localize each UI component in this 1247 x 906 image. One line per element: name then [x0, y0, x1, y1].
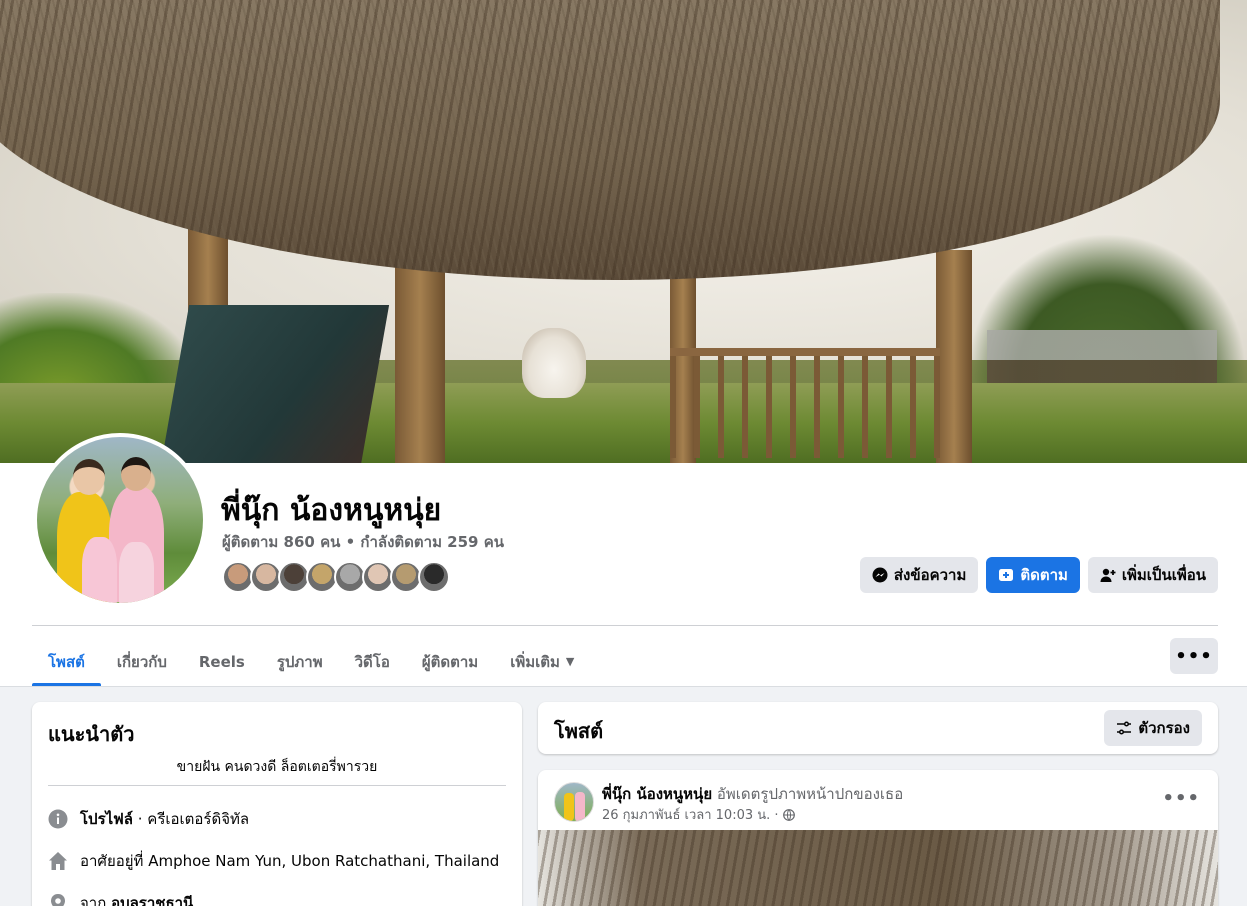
- tab-followers[interactable]: ผู้ติดตาม: [406, 637, 494, 686]
- avatar-head: [73, 459, 105, 495]
- add-friend-button[interactable]: เพิ่มเป็นเพื่อน: [1087, 557, 1218, 593]
- caret-down-icon: ▼: [565, 655, 575, 668]
- avatar-figure: [564, 793, 574, 821]
- intro-profile-label: โปรไฟล์: [80, 810, 133, 828]
- tabs-bottom-border: [0, 686, 1247, 687]
- posts-header-card: โพสต์ ตัวกรอง: [538, 702, 1218, 754]
- posts-title: โพสต์: [554, 719, 604, 743]
- filter-button[interactable]: ตัวกรอง: [1104, 710, 1202, 746]
- intro-divider: [48, 785, 506, 786]
- post-author-name[interactable]: พี่นุ๊ก น้องหนูหนุ่ย: [602, 785, 712, 803]
- header-divider: [32, 625, 1218, 626]
- tab-reels[interactable]: Reels: [183, 637, 261, 686]
- profile-avatar[interactable]: [33, 433, 207, 607]
- messenger-icon: [872, 567, 888, 583]
- post-card: พี่นุ๊ก น้องหนูหนุ่ย อัพเดตรูปภาพหน้าปกข…: [538, 770, 1218, 906]
- filter-icon: [1117, 721, 1132, 735]
- intro-from-row: จาก อุบลราชธานี: [48, 891, 193, 906]
- ellipsis-icon: •••: [1175, 645, 1213, 667]
- location-pin-icon: [48, 893, 68, 906]
- intro-lives-in: อาศัยอยู่ที่ Amphoe Nam Yun, Ubon Ratcha…: [80, 852, 500, 870]
- tab-posts[interactable]: โพสต์: [32, 637, 101, 686]
- tab-more-label: เพิ่มเติม: [510, 652, 560, 671]
- cover-photo[interactable]: [0, 0, 1247, 463]
- follow-button-label: ติดตาม: [1020, 566, 1068, 584]
- message-button-label: ส่งข้อความ: [893, 566, 967, 584]
- post-options-button[interactable]: •••: [1162, 788, 1200, 809]
- cover-cat: [522, 328, 586, 398]
- message-button[interactable]: ส่งข้อความ: [859, 557, 979, 593]
- post-author-avatar[interactable]: [554, 782, 594, 822]
- tab-videos[interactable]: วิดีโอ: [339, 637, 406, 686]
- intro-bio: ขายฝัน คนดวงดี ล็อตเตอรี่พารวย: [176, 759, 378, 775]
- post-timestamp[interactable]: 26 กุมภาพันธ์ เวลา 10:03 น. ·: [602, 804, 779, 825]
- filter-button-label: ตัวกรอง: [1138, 719, 1190, 737]
- intro-title: แนะนำตัว: [48, 722, 135, 746]
- post-header: พี่นุ๊ก น้องหนูหนุ่ย อัพเดตรูปภาพหน้าปกข…: [602, 782, 903, 806]
- post-image[interactable]: [538, 830, 1218, 906]
- profile-tabs: โพสต์ เกี่ยวกับ Reels รูปภาพ วิดีโอ ผู้ต…: [32, 637, 590, 686]
- more-options-button[interactable]: •••: [1170, 638, 1218, 674]
- avatar-figure: [82, 537, 117, 603]
- profile-name: พี่นุ๊ก น้องหนูหนุ่ย: [221, 493, 442, 528]
- tab-about[interactable]: เกี่ยวกับ: [101, 637, 183, 686]
- add-friend-button-label: เพิ่มเป็นเพื่อน: [1121, 566, 1206, 584]
- cover-post: [936, 250, 972, 463]
- globe-icon: [782, 808, 795, 821]
- intro-profile-row: โปรไฟล์ · ครีเอเตอร์ดิจิทัล: [48, 807, 249, 831]
- avatar-head: [121, 457, 151, 491]
- add-friend-icon: [1100, 568, 1116, 582]
- intro-from-place[interactable]: อุบลราชธานี: [111, 894, 193, 906]
- post-timestamp-row: 26 กุมภาพันธ์ เวลา 10:03 น. ·: [602, 804, 795, 825]
- intro-profile-category: · ครีเอเตอร์ดิจิทัล: [133, 810, 250, 828]
- follow-plus-icon: [999, 569, 1014, 581]
- info-icon: [48, 809, 68, 829]
- cover-railing: [670, 348, 940, 458]
- post-action-text: อัพเดตรูปภาพหน้าปกของเธอ: [712, 785, 904, 803]
- cover-cloth: [160, 305, 390, 463]
- tab-photos[interactable]: รูปภาพ: [261, 637, 339, 686]
- avatar-figure: [575, 792, 585, 821]
- profile-actions: ส่งข้อความ ติดตาม เพิ่มเป็นเพื่อน: [859, 557, 1218, 593]
- friend-avatars[interactable]: [222, 561, 450, 593]
- intro-lives-in-row: อาศัยอยู่ที่ Amphoe Nam Yun, Ubon Ratcha…: [48, 849, 499, 873]
- home-icon: [48, 851, 68, 871]
- intro-from-prefix: จาก: [80, 894, 112, 906]
- friend-avatar[interactable]: [418, 561, 450, 593]
- profile-stats[interactable]: ผู้ติดตาม 860 คน • กำลังติดตาม 259 คน: [222, 530, 504, 554]
- intro-card: แนะนำตัว ขายฝัน คนดวงดี ล็อตเตอรี่พารวย …: [32, 702, 522, 906]
- avatar-figure: [119, 542, 154, 603]
- follow-button[interactable]: ติดตาม: [986, 557, 1080, 593]
- tab-more[interactable]: เพิ่มเติม ▼: [494, 637, 590, 686]
